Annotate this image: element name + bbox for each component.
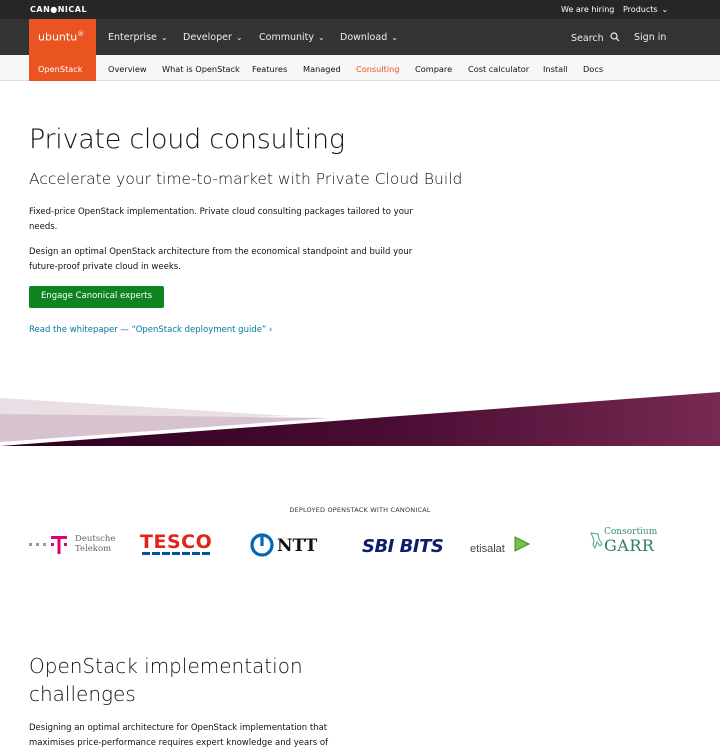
subnav-item-install[interactable]: Install (543, 64, 568, 74)
we-are-hiring-link[interactable]: We are hiring (561, 5, 614, 14)
etisalat-wordmark: etisalat (470, 543, 505, 555)
search-button[interactable]: Search (571, 32, 620, 44)
ubuntu-logo[interactable]: ubuntu® (29, 19, 96, 55)
hero-paragraph-2: Design an optimal OpenStack architecture… (29, 247, 413, 272)
tesco-wordmark: TESCO (140, 531, 213, 553)
deployed-openstack-heading: DEPLOYED OPENSTACK WITH CANONICAL (289, 506, 431, 514)
hero-paragraph-1: Fixed-price OpenStack implementation. Pr… (29, 207, 413, 232)
subnav-section-openstack[interactable]: OpenStack (29, 55, 96, 81)
subnav-item-docs[interactable]: Docs (583, 64, 603, 74)
main-navigation: ubuntu® Enterprise ⌄ Developer ⌄ Community… (0, 19, 720, 55)
challenges-heading: OpenStack implementation challenges (29, 654, 303, 706)
etisalat-arrow-icon (514, 536, 531, 552)
ntt-swirl-icon (250, 533, 274, 557)
search-icon (610, 32, 620, 42)
subnav-item-cost-calculator[interactable]: Cost calculator (468, 64, 529, 74)
dt-line-1: Deutsche (75, 534, 116, 544)
canonical-top-bar: CAN●NICAL We are hiring Products ⌄ (0, 0, 720, 19)
tesco-logo: TESCO (140, 533, 214, 557)
subnav-item-managed[interactable]: Managed (303, 64, 341, 74)
ubuntu-circle-icon: ® (77, 30, 85, 38)
canonical-logo[interactable]: CAN●NICAL (30, 5, 87, 14)
products-label: Products (623, 5, 658, 14)
suru-banner-graphic (0, 392, 720, 446)
nav-item-label: Download (340, 32, 388, 43)
ubuntu-logo-text: ubuntu (38, 30, 78, 44)
nav-item-download[interactable]: Download ⌄ (340, 32, 398, 43)
engage-experts-button[interactable]: Engage Canonical experts (29, 286, 164, 308)
nav-item-developer[interactable]: Developer ⌄ (183, 32, 243, 43)
subnav-item-features[interactable]: Features (252, 64, 287, 74)
telekom-t-icon (29, 536, 67, 554)
deutsche-telekom-logo: Deutsche Telekom (29, 530, 115, 554)
dt-line-2: Telekom (75, 544, 112, 554)
subnav-item-what-is-openstack[interactable]: What is OpenStack (162, 64, 240, 74)
sbi-bits-wordmark: SBI BITS (362, 536, 444, 557)
challenges-paragraph: Designing an optimal architecture for Op… (29, 723, 329, 748)
search-label: Search (571, 33, 604, 44)
chevron-down-icon: ⌄ (317, 33, 325, 42)
nav-item-label: Developer (183, 32, 232, 43)
page-title: Private cloud consulting (29, 124, 345, 155)
ntt-wordmark: NTT (277, 536, 318, 556)
chevron-down-icon: ⌄ (661, 5, 669, 14)
openstack-subnav: OpenStack Overview What is OpenStack Fea… (0, 55, 720, 81)
chevron-down-icon: ⌄ (160, 33, 168, 42)
chevron-down-icon: ⌄ (391, 33, 398, 42)
nav-item-label: Enterprise (108, 32, 157, 43)
subnav-item-compare[interactable]: Compare (415, 64, 452, 74)
whitepaper-link[interactable]: Read the whitepaper — “OpenStack deploym… (29, 325, 272, 335)
chevron-down-icon: ⌄ (235, 33, 243, 42)
ntt-logo: NTT (250, 533, 317, 557)
italy-map-icon (590, 532, 603, 550)
subnav-item-overview[interactable]: Overview (108, 64, 147, 74)
nav-item-community[interactable]: Community ⌄ (259, 32, 325, 43)
nav-item-label: Community (259, 32, 314, 43)
sign-in-link[interactable]: Sign in (634, 32, 666, 43)
sbi-bits-logo: SBI BITS (362, 536, 444, 557)
nav-item-enterprise[interactable]: Enterprise ⌄ (108, 32, 168, 43)
subnav-item-consulting[interactable]: Consulting (356, 64, 400, 74)
products-menu[interactable]: Products ⌄ (623, 5, 668, 14)
page-subtitle: Accelerate your time-to-market with Priv… (29, 170, 463, 188)
garr-line-2: GARR (604, 536, 655, 555)
